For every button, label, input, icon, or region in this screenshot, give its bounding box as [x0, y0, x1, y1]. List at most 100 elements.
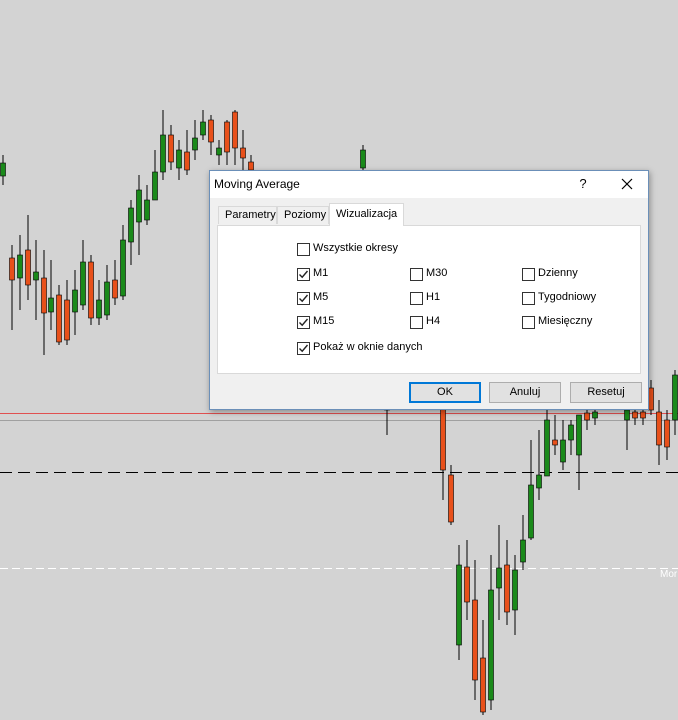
candle-bear: [584, 412, 590, 421]
checkbox-label: H1: [426, 291, 441, 303]
candle-bear: [208, 119, 214, 143]
dialog-title: Moving Average: [214, 177, 300, 191]
checkbox-label: M30: [426, 267, 448, 279]
checkbox-box[interactable]: [410, 316, 423, 329]
candle-bull: [576, 414, 582, 456]
candle-bear: [640, 411, 646, 419]
candle-bear: [648, 387, 654, 411]
candle-bull: [176, 149, 182, 169]
candle-bull: [592, 411, 598, 419]
tab-parametry[interactable]: Parametry: [218, 206, 277, 224]
candle-bull: [544, 419, 550, 477]
candle-bear: [248, 161, 254, 171]
candle-bear: [56, 294, 62, 343]
candle-bull: [80, 261, 86, 306]
checkbox-label: M5: [313, 291, 329, 303]
checkbox-box[interactable]: [410, 292, 423, 305]
candle-bull: [104, 281, 110, 316]
candle-bear: [664, 419, 670, 448]
close-icon: [621, 178, 633, 190]
candle-bear: [9, 257, 15, 281]
checkbox-box[interactable]: [297, 243, 310, 256]
candle-bear: [232, 111, 238, 149]
candle-bull: [528, 484, 534, 539]
check-icon: [299, 270, 309, 279]
candle-bear: [112, 279, 118, 299]
candle-bear: [504, 564, 510, 613]
checkbox-label: Miesięczny: [538, 315, 593, 327]
tab-poziomy[interactable]: Poziomy: [277, 206, 329, 224]
candle-bull: [144, 199, 150, 221]
moving-average-dialog: Moving Average ? Parametry Poziomy Wizua…: [209, 170, 649, 410]
candle-bear: [632, 411, 638, 419]
candle-bull: [152, 171, 158, 201]
candle-bull: [136, 189, 142, 223]
candle-bull: [33, 271, 39, 281]
candle-bull: [672, 374, 678, 421]
visualization-panel: Wszystkie okresy M1 M5 M15 M30 H1 H4 Dzi…: [217, 225, 641, 374]
close-button[interactable]: [615, 173, 639, 195]
candle-bear: [41, 277, 47, 314]
candle-bull: [488, 589, 494, 701]
ok-button[interactable]: OK: [409, 382, 481, 403]
dialog-titlebar[interactable]: Moving Average ?: [210, 171, 648, 198]
candle-bear: [656, 411, 662, 446]
candle-bull: [128, 207, 134, 243]
check-icon: [299, 294, 309, 303]
checkbox-label: Wszystkie okresy: [313, 242, 398, 254]
candle-bull: [192, 137, 198, 151]
help-button[interactable]: ?: [576, 176, 590, 192]
checkbox-box[interactable]: [410, 268, 423, 281]
checkbox-box[interactable]: [297, 316, 310, 329]
chart-label-fragment: Mor: [660, 569, 678, 580]
candle-bear: [480, 657, 486, 713]
candle-bull: [0, 162, 6, 177]
check-icon: [299, 344, 309, 353]
candle-bear: [64, 299, 70, 341]
candle-bear: [25, 249, 31, 286]
candle-bull: [96, 299, 102, 319]
candle-bear: [472, 599, 478, 681]
checkbox-label: M15: [313, 315, 335, 327]
candle-bull: [160, 134, 166, 173]
candle-bull: [120, 239, 126, 297]
checkbox-label: H4: [426, 315, 441, 327]
candle-bull: [496, 567, 502, 589]
checkbox-label: Tygodniowy: [538, 291, 597, 303]
checkbox-label: M1: [313, 267, 329, 279]
checkbox-label: Dzienny: [538, 267, 578, 279]
candle-bull: [624, 409, 630, 421]
candle-bull: [536, 474, 542, 489]
candle-bull: [72, 289, 78, 313]
candle-bull: [512, 569, 518, 611]
candle-bear: [464, 566, 470, 603]
candle-bull: [560, 439, 566, 463]
candle-bull: [48, 297, 54, 313]
candle-bear: [448, 474, 454, 523]
candle-bull: [456, 564, 462, 646]
candle-bear: [552, 439, 558, 446]
candle-bear: [88, 261, 94, 319]
candle-bear: [440, 407, 446, 471]
checkbox-label: Pokaż w oknie danych: [313, 341, 423, 353]
check-icon: [299, 318, 309, 327]
checkbox-box[interactable]: [522, 268, 535, 281]
candle-bull: [568, 424, 574, 441]
cancel-button[interactable]: Anuluj: [489, 382, 561, 403]
reset-button[interactable]: Resetuj: [570, 382, 642, 403]
candle-bear: [168, 134, 174, 163]
candle-bear: [184, 151, 190, 171]
candle-bear: [224, 121, 230, 153]
candle-bull: [17, 254, 23, 279]
checkbox-box[interactable]: [297, 292, 310, 305]
checkbox-box[interactable]: [297, 342, 310, 355]
candle-bull: [200, 121, 206, 136]
candle-bull: [520, 539, 526, 563]
candle-bear: [240, 147, 246, 159]
candle-bull: [360, 149, 366, 169]
checkbox-box[interactable]: [522, 292, 535, 305]
checkbox-box[interactable]: [522, 316, 535, 329]
checkbox-box[interactable]: [297, 268, 310, 281]
tab-wizualizacja[interactable]: Wizualizacja: [329, 203, 404, 226]
candle-bull: [216, 147, 222, 156]
